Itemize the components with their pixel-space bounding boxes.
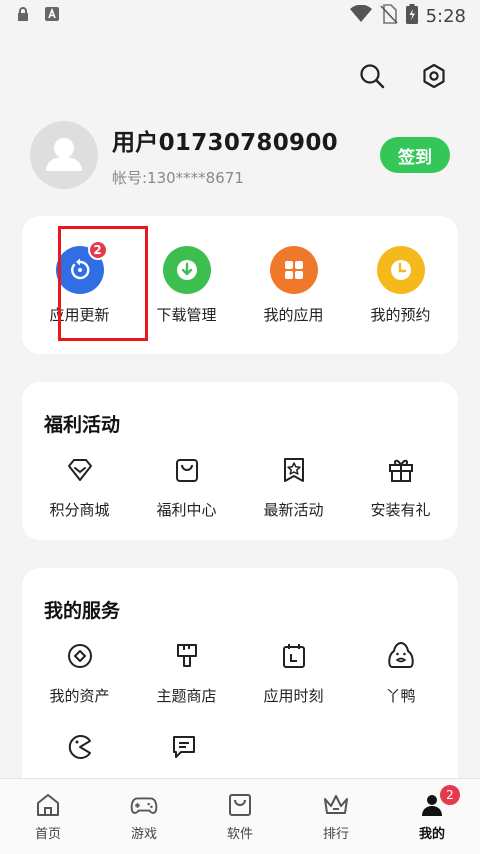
welfare-card: 福利活动 积分商城 福利中心 最新活动 安装有礼	[22, 382, 458, 540]
nav-item-games[interactable]: 游戏	[96, 779, 192, 854]
welfare-item-points-mall[interactable]: 积分商城	[30, 455, 130, 520]
grid-item-label: 积分商城	[49, 501, 110, 519]
nav-item-software[interactable]: 软件	[192, 779, 288, 854]
search-icon[interactable]	[356, 60, 388, 92]
nav-label: 我的	[418, 827, 445, 842]
wifi-icon	[349, 4, 372, 28]
shopping-bag-icon	[226, 791, 254, 819]
pacman-icon	[65, 732, 95, 762]
service-item-my-assets[interactable]: 我的资产	[30, 641, 130, 706]
grid-item-label: 我的资产	[49, 687, 110, 705]
grid-item-label: 最新活动	[263, 501, 324, 519]
nav-item-home[interactable]: 首页	[0, 779, 96, 854]
quick-action-label: 应用更新	[49, 306, 110, 324]
service-item-6[interactable]	[134, 732, 234, 776]
welfare-item-install-gift[interactable]: 安装有礼	[351, 455, 451, 520]
quick-action-label: 下载管理	[156, 306, 217, 324]
crown-icon	[322, 791, 350, 819]
quick-action-app-update[interactable]: 2 应用更新	[30, 240, 130, 325]
nav-item-ranking[interactable]: 排行	[288, 779, 384, 854]
nav-label: 首页	[34, 827, 61, 842]
header-actions	[356, 60, 450, 92]
quick-action-label: 我的应用	[263, 306, 324, 324]
message-icon	[169, 732, 199, 762]
account-number: 帐号:130****8671	[112, 168, 244, 187]
service-item-app-moments[interactable]: 应用时刻	[244, 641, 344, 706]
gift-icon	[386, 455, 416, 485]
apps-icon	[269, 246, 318, 294]
nav-label: 游戏	[130, 827, 157, 842]
section-title: 我的服务	[44, 600, 121, 622]
gamepad-icon	[130, 791, 158, 819]
grid-item-label: 福利中心	[156, 501, 217, 519]
nav-label: 排行	[322, 827, 349, 842]
grid-item-label: 应用时刻	[263, 687, 324, 705]
profile-header: 用户01730780900 帐号:130****8671 签到	[30, 120, 450, 190]
clock-time: 5:28	[425, 5, 466, 27]
download-icon	[162, 246, 211, 294]
service-item-yaya[interactable]: 丫鸭	[351, 641, 451, 706]
checkin-button[interactable]: 签到	[380, 137, 450, 173]
star-flag-icon	[279, 455, 309, 485]
service-item-5[interactable]	[30, 732, 130, 776]
welfare-item-latest-events[interactable]: 最新活动	[244, 455, 344, 520]
brush-icon	[172, 641, 202, 671]
quick-action-download-manager[interactable]: 下载管理	[137, 246, 237, 325]
section-title: 福利活动	[44, 414, 121, 436]
welfare-item-welfare-center[interactable]: 福利中心	[137, 455, 237, 520]
nav-label: 软件	[226, 827, 253, 842]
settings-icon[interactable]	[418, 60, 450, 92]
quick-actions-card: 2 应用更新 下载管理 我的应用 我的预约	[22, 216, 458, 354]
bottom-nav: 首页 游戏 软件 排行 2 我的	[0, 778, 480, 854]
avatar[interactable]	[30, 121, 98, 189]
diamond-icon	[65, 455, 95, 485]
quick-action-reservations[interactable]: 我的预约	[351, 246, 451, 325]
grid-item-label: 安装有礼	[370, 501, 431, 519]
calendar-icon	[279, 641, 309, 671]
bag-icon	[172, 455, 202, 485]
grid-item-label: 丫鸭	[385, 687, 416, 705]
home-icon	[34, 791, 62, 819]
battery-icon	[405, 3, 418, 29]
nav-badge: 2	[440, 785, 460, 805]
status-bar: 5:28	[0, 0, 480, 32]
nav-item-mine[interactable]: 2 我的	[384, 779, 480, 854]
no-sim-icon	[379, 3, 398, 29]
app-notification-icon	[44, 6, 60, 26]
username[interactable]: 用户01730780900	[112, 123, 338, 157]
grid-item-label: 主题商店	[156, 687, 217, 705]
lock-notification-icon	[16, 6, 30, 26]
service-item-theme-store[interactable]: 主题商店	[137, 641, 237, 706]
clock-icon	[376, 246, 425, 294]
update-count-badge: 2	[87, 240, 108, 260]
quick-action-label: 我的预约	[370, 306, 431, 324]
coin-icon	[65, 641, 95, 671]
quick-action-my-apps[interactable]: 我的应用	[244, 246, 344, 325]
duck-icon	[386, 641, 416, 671]
